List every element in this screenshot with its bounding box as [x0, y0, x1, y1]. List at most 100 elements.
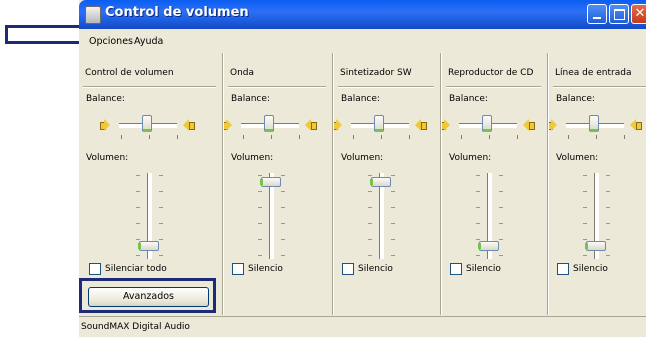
volume-tick: [368, 191, 372, 192]
menu-opciones[interactable]: Opciones: [89, 36, 133, 47]
volume-tick: [368, 207, 372, 208]
volume-tick: [258, 223, 262, 224]
menu-bar: Opciones Ayuda: [79, 30, 646, 52]
column-separator: [332, 53, 333, 315]
balance-slider-thumb[interactable]: [589, 115, 599, 132]
balance-slider-thumb[interactable]: [374, 115, 384, 132]
volume-tick: [499, 207, 503, 208]
volume-tick: [281, 239, 285, 240]
volume-slider-thumb[interactable]: [260, 177, 281, 187]
speaker-left-icon: [547, 118, 559, 132]
column-name: Reproductor de CD: [448, 68, 534, 78]
column-separator: [440, 53, 441, 315]
status-bar: SoundMAX Digital Audio: [79, 316, 646, 337]
volume-tick: [159, 175, 163, 176]
balance-tick: [624, 135, 625, 139]
volume-tick: [136, 239, 140, 240]
speaker-right-icon: [414, 118, 427, 132]
speaker-left-icon: [332, 118, 344, 132]
volume-tick: [606, 223, 610, 224]
highlight-box-menu: [5, 25, 89, 44]
volume-tick: [368, 175, 372, 176]
column-name: Onda: [230, 68, 255, 78]
volume-label: Volumen:: [341, 153, 384, 163]
column-name: Línea de entrada: [555, 68, 632, 78]
volume-tick: [258, 239, 262, 240]
column-divider: [83, 86, 216, 87]
balance-slider-thumb[interactable]: [264, 115, 274, 132]
mixer-column-3: Reproductor de CD Balance: Volumen: Silenci…: [440, 53, 549, 315]
volume-slider-thumb[interactable]: [585, 241, 606, 251]
volume-tick: [606, 175, 610, 176]
volume-tick: [159, 207, 163, 208]
balance-label: Balance:: [86, 94, 125, 104]
minimize-button[interactable]: [587, 4, 607, 24]
volume-tick: [136, 175, 140, 176]
window-title: Control de volumen: [105, 5, 249, 20]
volume-tick: [159, 191, 163, 192]
speaker-right-icon: [629, 118, 642, 132]
volume-tick: [583, 207, 587, 208]
column-divider: [338, 86, 434, 87]
volume-tick: [368, 239, 372, 240]
balance-tick: [517, 135, 518, 139]
volume-app-icon: [85, 6, 101, 24]
volume-tick: [583, 175, 587, 176]
mixer-column-1: Onda Balance: Volumen: Silencio: [222, 53, 334, 315]
volume-tick: [391, 239, 395, 240]
volume-label: Volumen:: [556, 153, 599, 163]
volume-tick: [499, 175, 503, 176]
mute-checkbox[interactable]: [89, 263, 101, 275]
volume-tick: [499, 255, 503, 256]
column-separator: [547, 53, 548, 315]
mixer-column-0: Control de volumen Balance: Volumen: Silenc…: [79, 53, 224, 315]
volume-tick: [476, 255, 480, 256]
balance-slider-thumb[interactable]: [142, 115, 152, 132]
volume-tick: [159, 255, 163, 256]
volume-tick: [606, 239, 610, 240]
volume-slider-thumb[interactable]: [138, 241, 159, 251]
mute-label: Silenciar todo: [105, 264, 167, 274]
mute-checkbox[interactable]: [450, 263, 462, 275]
volume-tick: [476, 223, 480, 224]
mute-checkbox[interactable]: [557, 263, 569, 275]
balance-slider-thumb[interactable]: [482, 115, 492, 132]
close-button[interactable]: ✕: [631, 4, 646, 24]
mixer-panel: Control de volumen Balance: Volumen: Silenc…: [79, 53, 646, 315]
volume-slider-thumb[interactable]: [370, 177, 391, 187]
mute-checkbox[interactable]: [232, 263, 244, 275]
balance-tick: [596, 135, 597, 139]
volume-tick: [258, 207, 262, 208]
highlight-box-advanced: [79, 278, 216, 313]
speaker-left-icon: [100, 118, 112, 132]
balance-tick: [243, 135, 244, 139]
volume-slider-thumb[interactable]: [478, 241, 499, 251]
volume-tick: [136, 207, 140, 208]
column-name: Control de volumen: [85, 68, 174, 78]
balance-tick: [177, 135, 178, 139]
volume-tick: [583, 255, 587, 256]
column-separator: [222, 53, 223, 315]
volume-tick: [281, 255, 285, 256]
maximize-button[interactable]: [609, 4, 629, 24]
volume-tick: [606, 191, 610, 192]
volume-tick: [159, 239, 163, 240]
menu-ayuda[interactable]: Ayuda: [134, 36, 163, 47]
title-bar[interactable]: Control de volumen ✕: [79, 0, 646, 29]
volume-tick: [136, 255, 140, 256]
volume-tick: [499, 191, 503, 192]
volume-tick: [476, 191, 480, 192]
volume-tick: [281, 191, 285, 192]
balance-label: Balance:: [449, 94, 488, 104]
volume-tick: [583, 223, 587, 224]
status-device-name: SoundMAX Digital Audio: [81, 322, 190, 332]
balance-tick: [461, 135, 462, 139]
mute-checkbox[interactable]: [342, 263, 354, 275]
balance-tick: [381, 135, 382, 139]
column-divider: [553, 86, 646, 87]
volume-label: Volumen:: [231, 153, 274, 163]
balance-tick: [353, 135, 354, 139]
volume-tick: [281, 207, 285, 208]
volume-tick: [583, 239, 587, 240]
volume-tick: [368, 223, 372, 224]
